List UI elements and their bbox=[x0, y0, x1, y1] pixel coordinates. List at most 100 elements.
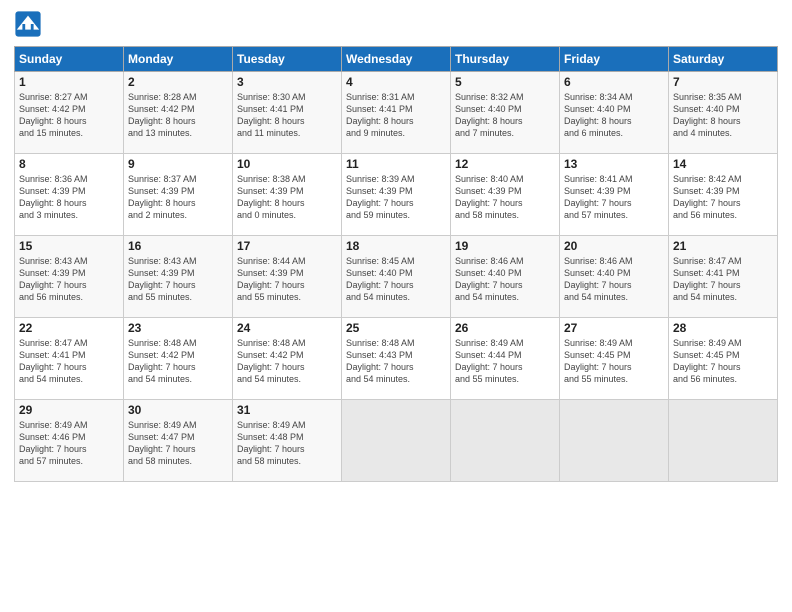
calendar-cell: 12 Sunrise: 8:40 AM Sunset: 4:39 PM Dayli… bbox=[451, 154, 560, 236]
day-info: Sunrise: 8:28 AM Sunset: 4:42 PM Dayligh… bbox=[128, 91, 228, 140]
day-header-friday: Friday bbox=[560, 47, 669, 72]
calendar-cell: 4 Sunrise: 8:31 AM Sunset: 4:41 PM Daylig… bbox=[342, 72, 451, 154]
day-number: 13 bbox=[564, 157, 664, 171]
day-info: Sunrise: 8:45 AM Sunset: 4:40 PM Dayligh… bbox=[346, 255, 446, 304]
day-info: Sunrise: 8:38 AM Sunset: 4:39 PM Dayligh… bbox=[237, 173, 337, 222]
day-number: 26 bbox=[455, 321, 555, 335]
day-number: 8 bbox=[19, 157, 119, 171]
calendar-cell: 3 Sunrise: 8:30 AM Sunset: 4:41 PM Daylig… bbox=[233, 72, 342, 154]
calendar-cell: 31 Sunrise: 8:49 AM Sunset: 4:48 PM Dayli… bbox=[233, 400, 342, 482]
day-number: 1 bbox=[19, 75, 119, 89]
calendar-cell: 25Sunrise: 8:48 AM Sunset: 4:43 PM Dayli… bbox=[342, 318, 451, 400]
day-number: 14 bbox=[673, 157, 773, 171]
day-info: Sunrise: 8:49 AM Sunset: 4:45 PM Dayligh… bbox=[564, 337, 664, 386]
day-number: 7 bbox=[673, 75, 773, 89]
day-header-wednesday: Wednesday bbox=[342, 47, 451, 72]
day-number: 12 bbox=[455, 157, 555, 171]
calendar-cell: 28 Sunrise: 8:49 AM Sunset: 4:45 PM Dayli… bbox=[669, 318, 778, 400]
calendar-cell: 29Sunrise: 8:49 AM Sunset: 4:46 PM Dayli… bbox=[15, 400, 124, 482]
day-number: 2 bbox=[128, 75, 228, 89]
calendar-cell: 10 Sunrise: 8:38 AM Sunset: 4:39 PM Dayli… bbox=[233, 154, 342, 236]
calendar-cell: 23 Sunrise: 8:48 AM Sunset: 4:42 PM Dayli… bbox=[124, 318, 233, 400]
day-info: Sunrise: 8:32 AM Sunset: 4:40 PM Dayligh… bbox=[455, 91, 555, 140]
day-number: 4 bbox=[346, 75, 446, 89]
day-number: 16 bbox=[128, 239, 228, 253]
calendar-cell bbox=[451, 400, 560, 482]
calendar-cell: 21 Sunrise: 8:47 AM Sunset: 4:41 PM Dayli… bbox=[669, 236, 778, 318]
logo bbox=[14, 10, 46, 38]
day-header-saturday: Saturday bbox=[669, 47, 778, 72]
calendar-cell: 16 Sunrise: 8:43 AM Sunset: 4:39 PM Dayli… bbox=[124, 236, 233, 318]
day-info: Sunrise: 8:49 AM Sunset: 4:44 PM Dayligh… bbox=[455, 337, 555, 386]
day-number: 29 bbox=[19, 403, 119, 417]
calendar-cell: 7 Sunrise: 8:35 AM Sunset: 4:40 PM Daylig… bbox=[669, 72, 778, 154]
day-info: Sunrise: 8:41 AM Sunset: 4:39 PM Dayligh… bbox=[564, 173, 664, 222]
day-info: Sunrise: 8:36 AM Sunset: 4:39 PM Dayligh… bbox=[19, 173, 119, 222]
day-number: 20 bbox=[564, 239, 664, 253]
day-info: Sunrise: 8:43 AM Sunset: 4:39 PM Dayligh… bbox=[19, 255, 119, 304]
calendar-cell bbox=[342, 400, 451, 482]
day-info: Sunrise: 8:31 AM Sunset: 4:41 PM Dayligh… bbox=[346, 91, 446, 140]
day-info: Sunrise: 8:49 AM Sunset: 4:45 PM Dayligh… bbox=[673, 337, 773, 386]
day-header-tuesday: Tuesday bbox=[233, 47, 342, 72]
calendar-cell: 14Sunrise: 8:42 AM Sunset: 4:39 PM Dayli… bbox=[669, 154, 778, 236]
day-number: 31 bbox=[237, 403, 337, 417]
day-number: 30 bbox=[128, 403, 228, 417]
day-info: Sunrise: 8:47 AM Sunset: 4:41 PM Dayligh… bbox=[673, 255, 773, 304]
day-number: 15 bbox=[19, 239, 119, 253]
calendar-cell: 6Sunrise: 8:34 AM Sunset: 4:40 PM Daylig… bbox=[560, 72, 669, 154]
day-info: Sunrise: 8:48 AM Sunset: 4:43 PM Dayligh… bbox=[346, 337, 446, 386]
calendar-cell: 19 Sunrise: 8:46 AM Sunset: 4:40 PM Dayli… bbox=[451, 236, 560, 318]
day-info: Sunrise: 8:43 AM Sunset: 4:39 PM Dayligh… bbox=[128, 255, 228, 304]
day-number: 6 bbox=[564, 75, 664, 89]
day-info: Sunrise: 8:49 AM Sunset: 4:48 PM Dayligh… bbox=[237, 419, 337, 468]
calendar-cell: 13 Sunrise: 8:41 AM Sunset: 4:39 PM Dayli… bbox=[560, 154, 669, 236]
day-info: Sunrise: 8:46 AM Sunset: 4:40 PM Dayligh… bbox=[564, 255, 664, 304]
calendar-cell: 2 Sunrise: 8:28 AM Sunset: 4:42 PM Daylig… bbox=[124, 72, 233, 154]
calendar-cell: 18 Sunrise: 8:45 AM Sunset: 4:40 PM Dayli… bbox=[342, 236, 451, 318]
calendar-cell bbox=[669, 400, 778, 482]
day-number: 27 bbox=[564, 321, 664, 335]
day-header-thursday: Thursday bbox=[451, 47, 560, 72]
day-number: 17 bbox=[237, 239, 337, 253]
day-number: 3 bbox=[237, 75, 337, 89]
calendar-cell: 8 Sunrise: 8:36 AM Sunset: 4:39 PM Daylig… bbox=[15, 154, 124, 236]
logo-icon bbox=[14, 10, 42, 38]
calendar-cell: 30Sunrise: 8:49 AM Sunset: 4:47 PM Dayli… bbox=[124, 400, 233, 482]
day-info: Sunrise: 8:48 AM Sunset: 4:42 PM Dayligh… bbox=[237, 337, 337, 386]
calendar-cell: 5 Sunrise: 8:32 AM Sunset: 4:40 PM Daylig… bbox=[451, 72, 560, 154]
day-info: Sunrise: 8:35 AM Sunset: 4:40 PM Dayligh… bbox=[673, 91, 773, 140]
calendar-cell: 9 Sunrise: 8:37 AM Sunset: 4:39 PM Daylig… bbox=[124, 154, 233, 236]
calendar-cell: 24 Sunrise: 8:48 AM Sunset: 4:42 PM Dayli… bbox=[233, 318, 342, 400]
day-number: 28 bbox=[673, 321, 773, 335]
day-number: 22 bbox=[19, 321, 119, 335]
calendar-cell: 22 Sunrise: 8:47 AM Sunset: 4:41 PM Dayli… bbox=[15, 318, 124, 400]
day-number: 9 bbox=[128, 157, 228, 171]
day-number: 11 bbox=[346, 157, 446, 171]
calendar-cell: 27 Sunrise: 8:49 AM Sunset: 4:45 PM Dayli… bbox=[560, 318, 669, 400]
day-number: 24 bbox=[237, 321, 337, 335]
day-header-sunday: Sunday bbox=[15, 47, 124, 72]
day-info: Sunrise: 8:40 AM Sunset: 4:39 PM Dayligh… bbox=[455, 173, 555, 222]
calendar-table: SundayMondayTuesdayWednesdayThursdayFrid… bbox=[14, 46, 778, 482]
day-number: 19 bbox=[455, 239, 555, 253]
day-info: Sunrise: 8:48 AM Sunset: 4:42 PM Dayligh… bbox=[128, 337, 228, 386]
day-number: 21 bbox=[673, 239, 773, 253]
day-info: Sunrise: 8:30 AM Sunset: 4:41 PM Dayligh… bbox=[237, 91, 337, 140]
day-number: 10 bbox=[237, 157, 337, 171]
calendar-cell: 20 Sunrise: 8:46 AM Sunset: 4:40 PM Dayli… bbox=[560, 236, 669, 318]
calendar-cell: 15 Sunrise: 8:43 AM Sunset: 4:39 PM Dayli… bbox=[15, 236, 124, 318]
day-info: Sunrise: 8:46 AM Sunset: 4:40 PM Dayligh… bbox=[455, 255, 555, 304]
day-number: 5 bbox=[455, 75, 555, 89]
day-number: 23 bbox=[128, 321, 228, 335]
calendar-cell: 11 Sunrise: 8:39 AM Sunset: 4:39 PM Dayli… bbox=[342, 154, 451, 236]
day-number: 18 bbox=[346, 239, 446, 253]
page-header bbox=[14, 10, 778, 38]
day-info: Sunrise: 8:39 AM Sunset: 4:39 PM Dayligh… bbox=[346, 173, 446, 222]
day-info: Sunrise: 8:27 AM Sunset: 4:42 PM Dayligh… bbox=[19, 91, 119, 140]
calendar-cell: 26 Sunrise: 8:49 AM Sunset: 4:44 PM Dayli… bbox=[451, 318, 560, 400]
day-info: Sunrise: 8:37 AM Sunset: 4:39 PM Dayligh… bbox=[128, 173, 228, 222]
day-info: Sunrise: 8:47 AM Sunset: 4:41 PM Dayligh… bbox=[19, 337, 119, 386]
day-header-monday: Monday bbox=[124, 47, 233, 72]
calendar-cell: 17Sunrise: 8:44 AM Sunset: 4:39 PM Dayli… bbox=[233, 236, 342, 318]
